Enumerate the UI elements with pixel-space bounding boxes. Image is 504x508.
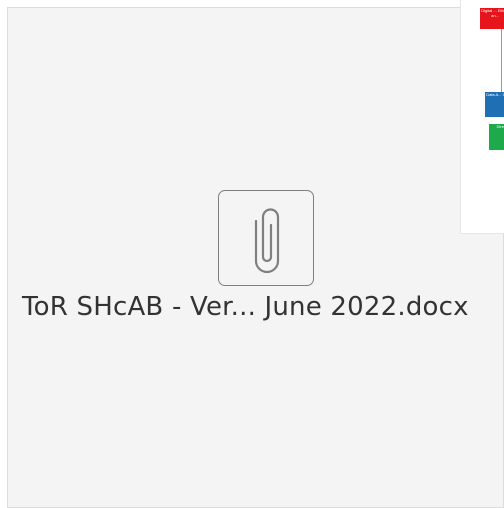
paperclip-icon-glyph xyxy=(254,208,280,274)
diagram-box-director: Dire... xyxy=(489,124,504,150)
paperclip-icon[interactable] xyxy=(218,190,314,286)
attachment-preview-card[interactable] xyxy=(7,7,504,508)
diagram-connector xyxy=(501,29,502,92)
page: ToR SHcAB - Ver... June 2022.docx Digita… xyxy=(0,0,504,508)
diagram-thumbnail[interactable]: Digital ... Ethics an... Data A... Group… xyxy=(460,0,504,234)
attachment-file-name[interactable]: ToR SHcAB - Ver... June 2022.docx xyxy=(22,292,469,322)
diagram-box-data-group: Data A... Group xyxy=(485,92,504,117)
diagram-box-ethics: Digital ... Ethics an... xyxy=(480,8,504,29)
